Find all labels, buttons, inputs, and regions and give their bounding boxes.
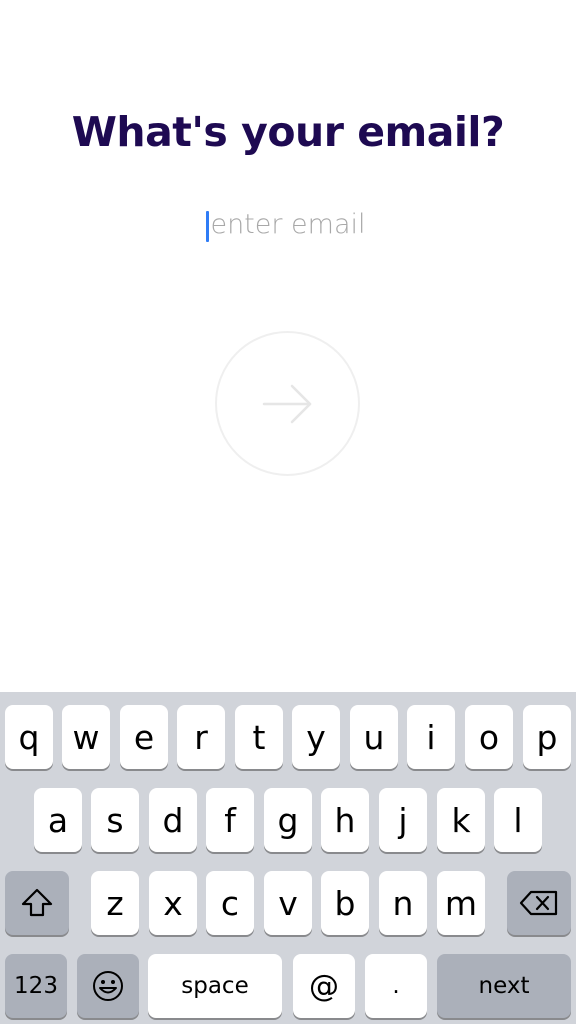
at-key[interactable]: @ (293, 954, 355, 1018)
page-title: What's your email? (71, 108, 505, 156)
next-key[interactable]: next (437, 954, 571, 1018)
key-d[interactable]: d (149, 788, 197, 852)
key-t[interactable]: t (235, 705, 283, 769)
key-q[interactable]: q (5, 705, 53, 769)
key-i[interactable]: i (407, 705, 455, 769)
key-k[interactable]: k (437, 788, 485, 852)
next-arrow-button[interactable] (215, 331, 360, 476)
backspace-key[interactable] (507, 871, 571, 935)
key-p[interactable]: p (523, 705, 571, 769)
key-c[interactable]: c (206, 871, 254, 935)
dot-key[interactable]: . (365, 954, 427, 1018)
shift-key[interactable] (5, 871, 69, 935)
screen: What's your email? q w e r t y u i o p a… (0, 0, 576, 1024)
text-cursor (206, 211, 209, 242)
key-g[interactable]: g (264, 788, 312, 852)
key-w[interactable]: w (62, 705, 110, 769)
key-s[interactable]: s (91, 788, 139, 852)
emoji-icon (93, 971, 123, 1001)
key-l[interactable]: l (494, 788, 542, 852)
key-f[interactable]: f (206, 788, 254, 852)
numbers-key[interactable]: 123 (5, 954, 67, 1018)
emoji-key[interactable] (77, 954, 139, 1018)
key-b[interactable]: b (321, 871, 369, 935)
key-r[interactable]: r (177, 705, 225, 769)
key-h[interactable]: h (321, 788, 369, 852)
keyboard: q w e r t y u i o p a s d f g h j k l z … (0, 692, 576, 1024)
key-n[interactable]: n (379, 871, 427, 935)
key-z[interactable]: z (91, 871, 139, 935)
key-y[interactable]: y (292, 705, 340, 769)
space-key[interactable]: space (148, 954, 282, 1018)
key-o[interactable]: o (465, 705, 513, 769)
key-m[interactable]: m (437, 871, 485, 935)
email-field[interactable] (158, 204, 418, 244)
key-e[interactable]: e (120, 705, 168, 769)
shift-icon (21, 888, 53, 917)
key-a[interactable]: a (34, 788, 82, 852)
key-u[interactable]: u (350, 705, 398, 769)
key-v[interactable]: v (264, 871, 312, 935)
key-x[interactable]: x (149, 871, 197, 935)
key-j[interactable]: j (379, 788, 427, 852)
email-field-wrapper (0, 204, 576, 244)
arrow-right-icon (262, 384, 311, 423)
backspace-icon (519, 890, 558, 916)
